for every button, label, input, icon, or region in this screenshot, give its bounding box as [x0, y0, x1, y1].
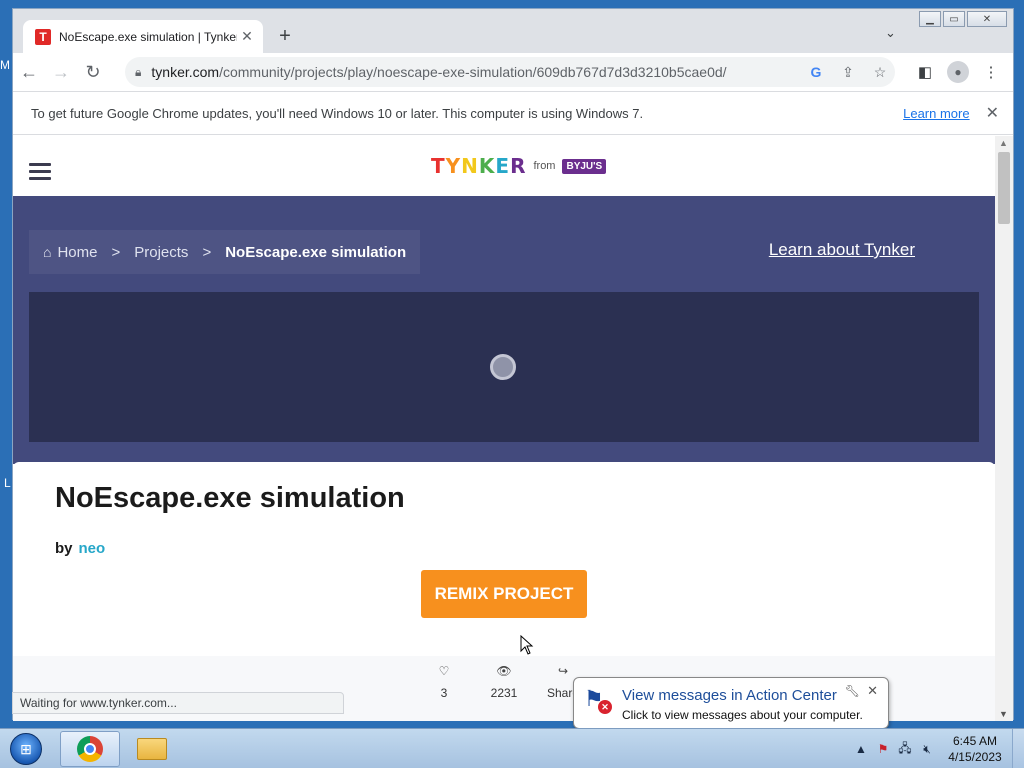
taskbar-chrome[interactable] [60, 731, 120, 767]
views-stat: 👁︎ 2231 [474, 664, 534, 700]
scroll-down-arrow-icon[interactable]: ▼ [999, 709, 1008, 719]
folder-icon [137, 738, 167, 760]
network-icon[interactable]: 🖧︎ [894, 739, 916, 760]
start-button[interactable]: ⊞ [4, 731, 48, 767]
desktop-edge-text-2: L [4, 476, 11, 490]
tynker-favicon-icon: T [35, 28, 51, 45]
tab-search-chevron-icon[interactable]: ⌄ [885, 25, 896, 41]
infobar-learn-more-link[interactable]: Learn more [903, 106, 969, 121]
likes-count: 3 [440, 686, 448, 700]
heart-icon: ♡ [438, 664, 450, 678]
minimize-button[interactable]: ▁ [919, 11, 941, 27]
address-bar[interactable]: 🔒︎ tynker.com/community/projects/play/no… [125, 57, 895, 87]
taskbar-explorer[interactable] [122, 731, 182, 767]
show-desktop-button[interactable] [1012, 729, 1024, 768]
web-page: TYNKER from BYJU'S ⌂ Home > Projects > N… [13, 136, 995, 721]
breadcrumb: ⌂ Home > Projects > NoEscape.exe simulat… [29, 230, 421, 274]
breadcrumb-home[interactable]: Home [57, 244, 97, 261]
tab-active[interactable]: T NoEscape.exe simulation | Tynker ✕ [23, 20, 263, 53]
tynker-logo[interactable]: TYNKER from BYJU'S [431, 154, 607, 178]
google-translate-icon[interactable]: G [807, 64, 825, 80]
home-icon[interactable]: ⌂ [43, 244, 51, 260]
forward-arrow-icon[interactable]: → [45, 56, 77, 88]
wrench-icon[interactable]: 🔧︎ [845, 684, 860, 698]
author-link[interactable]: neo [79, 540, 106, 557]
share-icon[interactable]: ⇪ [839, 64, 857, 81]
views-count: 2231 [490, 686, 518, 700]
tab-title: NoEscape.exe simulation | Tynker [59, 29, 237, 44]
breadcrumb-separator: > [202, 243, 212, 261]
action-center-tray-icon[interactable]: ⚑ [872, 742, 894, 756]
error-badge-icon: ✕ [598, 700, 612, 714]
side-panel-icon[interactable]: ◧ [913, 63, 937, 81]
maximize-button[interactable]: ▭ [943, 11, 965, 27]
share-arrow-icon: ↪ [557, 664, 569, 678]
windows-logo-icon: ⊞ [10, 733, 42, 765]
system-tray: ▲ ⚑ 🖧︎ 🔇︎ 6:45 AM 4/15/2023 [850, 729, 1024, 768]
hamburger-menu-icon[interactable] [29, 163, 51, 184]
infobar-close-icon[interactable]: ✕ [986, 103, 999, 123]
project-byline: by neo [55, 540, 105, 557]
action-center-notification[interactable]: ⚑ ✕ View messages in Action Center Click… [573, 677, 889, 740]
browser-toolbar: ← → ↻ 🔒︎ tynker.com/community/projects/p… [13, 53, 1013, 91]
back-arrow-icon[interactable]: ← [13, 56, 45, 88]
show-hidden-icons-icon[interactable]: ▲ [850, 742, 872, 756]
breadcrumb-projects[interactable]: Projects [134, 244, 188, 261]
notification-subtitle: Click to view messages about your comput… [622, 708, 863, 722]
infobar-message: To get future Google Chrome updates, you… [31, 105, 644, 121]
clock[interactable]: 6:45 AM 4/15/2023 [938, 733, 1012, 765]
breadcrumb-separator: > [111, 243, 121, 261]
eye-icon: 👁︎ [496, 664, 512, 678]
reload-icon[interactable]: ↻ [77, 56, 109, 88]
clock-time: 6:45 AM [952, 734, 998, 748]
project-title: NoEscape.exe simulation [55, 482, 405, 514]
breadcrumb-current: NoEscape.exe simulation [225, 243, 407, 261]
clock-date: 4/15/2023 [948, 750, 1002, 764]
scroll-up-arrow-icon[interactable]: ▲ [999, 138, 1008, 148]
mouse-cursor-icon [520, 635, 534, 655]
tab-strip: T NoEscape.exe simulation | Tynker ✕ + ⌄… [13, 9, 1013, 53]
loading-spinner-icon [490, 354, 516, 380]
desktop-edge-text: M [0, 58, 10, 72]
new-tab-button[interactable]: + [273, 25, 297, 48]
menu-kebab-icon[interactable]: ⋮ [979, 63, 1003, 81]
volume-muted-icon[interactable]: 🔇︎ [916, 742, 938, 757]
project-hero: ⌂ Home > Projects > NoEscape.exe simulat… [13, 196, 995, 464]
project-player[interactable] [29, 292, 979, 442]
page-scrollbar[interactable]: ▲ ▼ [995, 136, 1013, 721]
logo-from-text: from [533, 160, 556, 172]
taskbar: ⊞ ▲ ⚑ 🖧︎ 🔇︎ 6:45 AM 4/15/2023 [0, 728, 1024, 768]
toolbar-right: ◧ ● ⋮ [913, 57, 1003, 87]
lock-icon[interactable]: 🔒︎ [135, 65, 141, 80]
profile-avatar-icon[interactable]: ● [947, 61, 969, 83]
logo-tynker-text: TYNKER [431, 154, 527, 178]
notification-close-icon[interactable]: ✕ [867, 683, 878, 699]
bookmark-star-icon[interactable]: ☆ [871, 64, 889, 81]
chrome-icon [77, 736, 103, 762]
likes-stat[interactable]: ♡ 3 [414, 664, 474, 700]
notification-title[interactable]: View messages in Action Center [622, 687, 837, 704]
status-bubble: Waiting for www.tynker.com... [12, 692, 344, 714]
logo-byjus-badge: BYJU'S [562, 158, 607, 174]
learn-about-tynker-link[interactable]: Learn about Tynker [769, 240, 915, 260]
remix-project-button[interactable]: REMIX PROJECT [421, 570, 587, 618]
site-header: TYNKER from BYJU'S [13, 136, 995, 196]
close-window-button[interactable]: ✕ [967, 11, 1007, 27]
update-infobar: To get future Google Chrome updates, you… [13, 91, 1013, 135]
by-label: by [55, 540, 73, 557]
url-path: /community/projects/play/noescape-exe-si… [219, 64, 727, 80]
tab-close-icon[interactable]: ✕ [237, 28, 257, 45]
scroll-thumb[interactable] [998, 152, 1010, 224]
chrome-window: T NoEscape.exe simulation | Tynker ✕ + ⌄… [12, 8, 1014, 721]
omnibox-actions: G ⇪ ☆ [807, 57, 889, 87]
url-host: tynker.com [151, 64, 220, 80]
window-controls: ▁ ▭ ✕ [919, 11, 1007, 27]
